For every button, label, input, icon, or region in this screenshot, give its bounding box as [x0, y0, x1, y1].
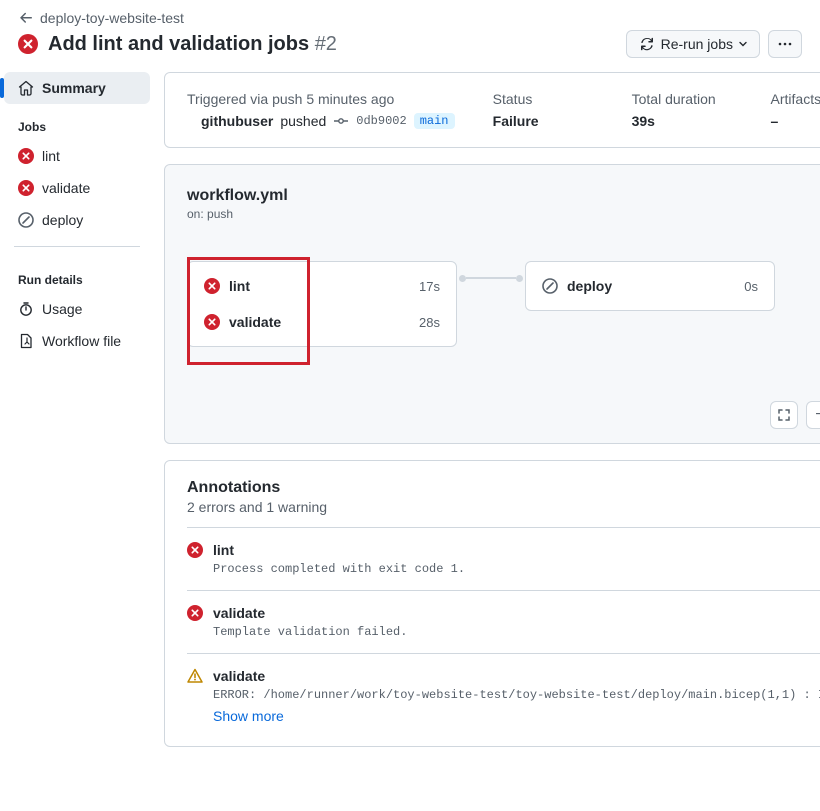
annotation-item[interactable]: lint Process completed with exit code 1.	[187, 527, 820, 590]
branch-tag[interactable]: main	[414, 113, 455, 129]
duration-value[interactable]: 39s	[632, 113, 771, 129]
annotation-message: Process completed with exit code 1.	[213, 562, 820, 576]
duration-label: Total duration	[632, 91, 771, 107]
sidebar-item-label: validate	[42, 180, 90, 196]
status-label: Status	[493, 91, 632, 107]
run-status-failed-icon	[18, 34, 38, 54]
job-time: 17s	[419, 279, 440, 294]
sidebar-item-label: deploy	[42, 212, 83, 228]
sidebar-item-deploy[interactable]: deploy	[4, 204, 150, 236]
x-circle-icon	[204, 314, 220, 330]
page-header: Add lint and validation jobs #2 Re-run j…	[0, 26, 820, 72]
job-time: 28s	[419, 315, 440, 330]
x-circle-icon	[18, 148, 34, 164]
sidebar-item-summary[interactable]: Summary	[4, 72, 150, 104]
page-title: Add lint and validation jobs	[48, 33, 309, 55]
run-number: #2	[315, 33, 337, 55]
x-circle-icon	[187, 605, 203, 621]
stopwatch-icon	[18, 301, 34, 317]
kebab-icon	[777, 36, 793, 52]
x-circle-icon	[187, 542, 203, 558]
annotation-title: validate	[213, 668, 820, 684]
zoom-out-button[interactable]: −	[806, 401, 820, 429]
job-group-card: lint 17s validate 28s	[187, 261, 457, 347]
annotation-message: ERROR: /home/runner/work/toy-website-tes…	[213, 688, 820, 702]
trigger-text: Triggered via push 5 minutes ago	[187, 91, 493, 107]
job-card-validate[interactable]: validate 28s	[188, 304, 456, 340]
annotation-message: Template validation failed.	[213, 625, 820, 639]
artifacts-label: Artifacts	[771, 91, 820, 107]
sidebar-item-label: Usage	[42, 301, 82, 317]
commit-sha[interactable]: 0db9002	[356, 114, 406, 128]
annotations-panel: Annotations 2 errors and 1 warning lint …	[164, 460, 820, 747]
artifacts-value: –	[771, 113, 820, 129]
sidebar-summary-label: Summary	[42, 80, 106, 96]
arrow-left-icon	[18, 10, 34, 26]
workflow-graph-panel: workflow.yml on: push lint 17s	[164, 164, 820, 444]
annotation-title: lint	[213, 542, 820, 558]
summary-panel: Triggered via push 5 minutes ago githubu…	[164, 72, 820, 148]
sidebar-heading-jobs: Jobs	[4, 104, 150, 140]
home-icon	[18, 80, 34, 96]
sidebar-item-label: Workflow file	[42, 333, 121, 349]
job-card-deploy[interactable]: deploy 0s	[525, 261, 775, 311]
job-name: validate	[229, 314, 281, 330]
sidebar-heading-run-details: Run details	[4, 257, 150, 293]
rerun-label: Re-run jobs	[661, 36, 733, 52]
job-name: deploy	[567, 278, 612, 294]
graph-connector	[457, 261, 525, 295]
fullscreen-icon	[776, 407, 792, 423]
commit-icon	[333, 113, 349, 129]
x-circle-icon	[204, 278, 220, 294]
sidebar-item-label: lint	[42, 148, 60, 164]
annotation-title: validate	[213, 605, 820, 621]
annotation-item[interactable]: validate ERROR: /home/runner/work/toy-we…	[187, 653, 820, 728]
job-card-lint[interactable]: lint 17s	[188, 268, 456, 304]
caret-down-icon	[739, 40, 747, 48]
show-more-link[interactable]: Show more	[213, 708, 820, 724]
annotation-item[interactable]: validate Template validation failed.	[187, 590, 820, 653]
workflow-on: on: push	[187, 207, 820, 221]
rerun-jobs-button[interactable]: Re-run jobs	[626, 30, 760, 58]
main-content: Triggered via push 5 minutes ago githubu…	[150, 72, 820, 783]
x-circle-icon	[18, 180, 34, 196]
annotations-title: Annotations	[187, 479, 820, 497]
workflow-filename[interactable]: workflow.yml	[187, 187, 820, 205]
trigger-user[interactable]: githubuser	[201, 113, 273, 129]
trigger-action: pushed	[280, 113, 326, 129]
status-value: Failure	[493, 113, 632, 129]
sync-icon	[639, 36, 655, 52]
more-actions-button[interactable]	[768, 30, 802, 58]
skip-icon	[18, 212, 34, 228]
sidebar: Summary Jobs lint validate deploy Run de…	[0, 72, 150, 783]
sidebar-item-validate[interactable]: validate	[4, 172, 150, 204]
job-name: lint	[229, 278, 250, 294]
skip-icon	[542, 278, 558, 294]
job-time: 0s	[744, 279, 758, 294]
breadcrumb-label: deploy-toy-website-test	[40, 10, 184, 26]
file-icon	[18, 333, 34, 349]
annotations-subtitle: 2 errors and 1 warning	[187, 499, 820, 515]
breadcrumb-back[interactable]: deploy-toy-website-test	[0, 0, 820, 26]
sidebar-divider	[14, 246, 140, 247]
sidebar-item-workflow-file[interactable]: Workflow file	[4, 325, 150, 357]
warning-icon	[187, 668, 203, 684]
fullscreen-button[interactable]	[770, 401, 798, 429]
sidebar-item-lint[interactable]: lint	[4, 140, 150, 172]
sidebar-item-usage[interactable]: Usage	[4, 293, 150, 325]
